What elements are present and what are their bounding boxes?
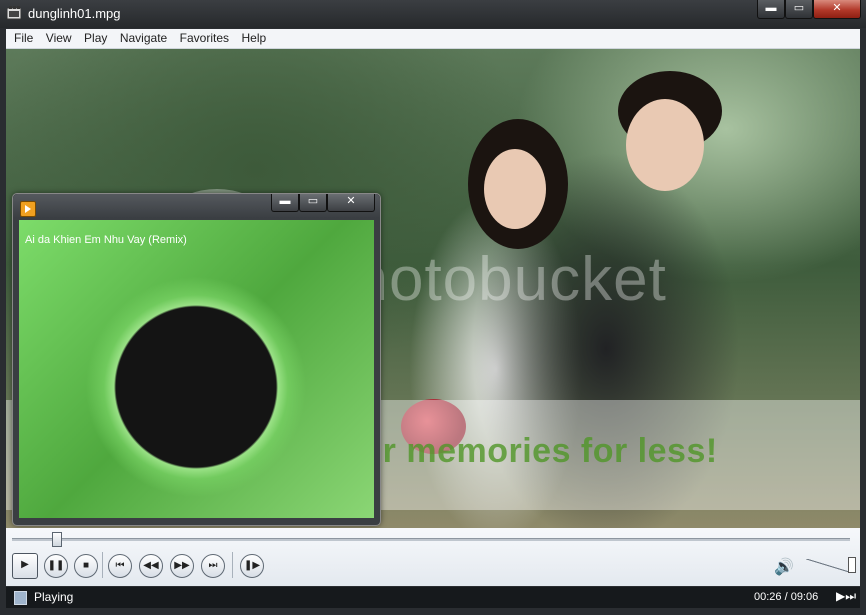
divider bbox=[232, 552, 233, 578]
bride-face bbox=[484, 149, 546, 229]
volume-slider[interactable] bbox=[806, 559, 852, 573]
visualization-window[interactable]: ▬ ▭ ✕ Ai da Khien Em Nhu Vay (Remix) bbox=[12, 193, 381, 526]
visualization-close-button[interactable]: ✕ bbox=[327, 194, 375, 212]
playback-state: Playing bbox=[34, 590, 74, 604]
window-title: dunglinh01.mpg bbox=[28, 6, 121, 21]
visualization-minimize-button[interactable]: ▬ bbox=[271, 194, 299, 212]
track-title: Ai da Khien Em Nhu Vay (Remix) bbox=[25, 234, 187, 246]
time-readout: 00:26 / 09:06 bbox=[754, 591, 819, 603]
status-bar: Playing 00:26 / 09:06 ▶⏭ bbox=[6, 587, 860, 608]
title-bar[interactable]: dunglinh01.mpg ▬ ▭ ✕ bbox=[0, 0, 866, 28]
menu-navigate[interactable]: Navigate bbox=[112, 29, 167, 48]
menu-bar: File View Play Navigate Favorites Help bbox=[6, 29, 860, 49]
menu-view[interactable]: View bbox=[38, 29, 72, 48]
volume-thumb[interactable] bbox=[848, 557, 856, 573]
frame-step-button[interactable]: ❚▶ bbox=[240, 554, 264, 578]
visualization-title-bar[interactable]: ▬ ▭ ✕ bbox=[13, 194, 380, 218]
player-icon bbox=[20, 201, 36, 217]
minimize-button[interactable]: ▬ bbox=[757, 0, 785, 19]
menu-play[interactable]: Play bbox=[76, 29, 107, 48]
previous-button[interactable]: ⏮ bbox=[108, 554, 132, 578]
stop-button[interactable]: ■ bbox=[74, 554, 98, 578]
playback-controls: ▶ ❚❚ ■ ⏮ ◀◀ ▶▶ ⏭ ❚▶ 🔊 bbox=[6, 528, 860, 586]
speaker-icon[interactable]: 🔊 bbox=[774, 557, 794, 577]
pause-button[interactable]: ❚❚ bbox=[44, 554, 68, 578]
visualization-maximize-button[interactable]: ▭ bbox=[299, 194, 327, 212]
seek-bar[interactable] bbox=[12, 538, 850, 541]
app-icon bbox=[7, 6, 21, 20]
maximize-button[interactable]: ▭ bbox=[785, 0, 813, 19]
forward-button[interactable]: ▶▶ bbox=[170, 554, 194, 578]
seek-thumb[interactable] bbox=[52, 532, 63, 547]
menu-file[interactable]: File bbox=[6, 29, 33, 48]
next-frame-icon[interactable]: ▶⏭ bbox=[836, 589, 856, 604]
next-button[interactable]: ⏭ bbox=[201, 554, 225, 578]
close-button[interactable]: ✕ bbox=[813, 0, 861, 19]
menu-favorites[interactable]: Favorites bbox=[172, 29, 229, 48]
divider bbox=[102, 552, 103, 578]
file-icon bbox=[14, 591, 27, 605]
media-player-window: dunglinh01.mpg ▬ ▭ ✕ File View Play Navi… bbox=[0, 0, 866, 615]
menu-help[interactable]: Help bbox=[233, 29, 266, 48]
groom-face bbox=[626, 99, 704, 191]
play-button[interactable]: ▶ bbox=[12, 553, 38, 579]
rewind-button[interactable]: ◀◀ bbox=[139, 554, 163, 578]
visualization-canvas bbox=[19, 220, 374, 518]
